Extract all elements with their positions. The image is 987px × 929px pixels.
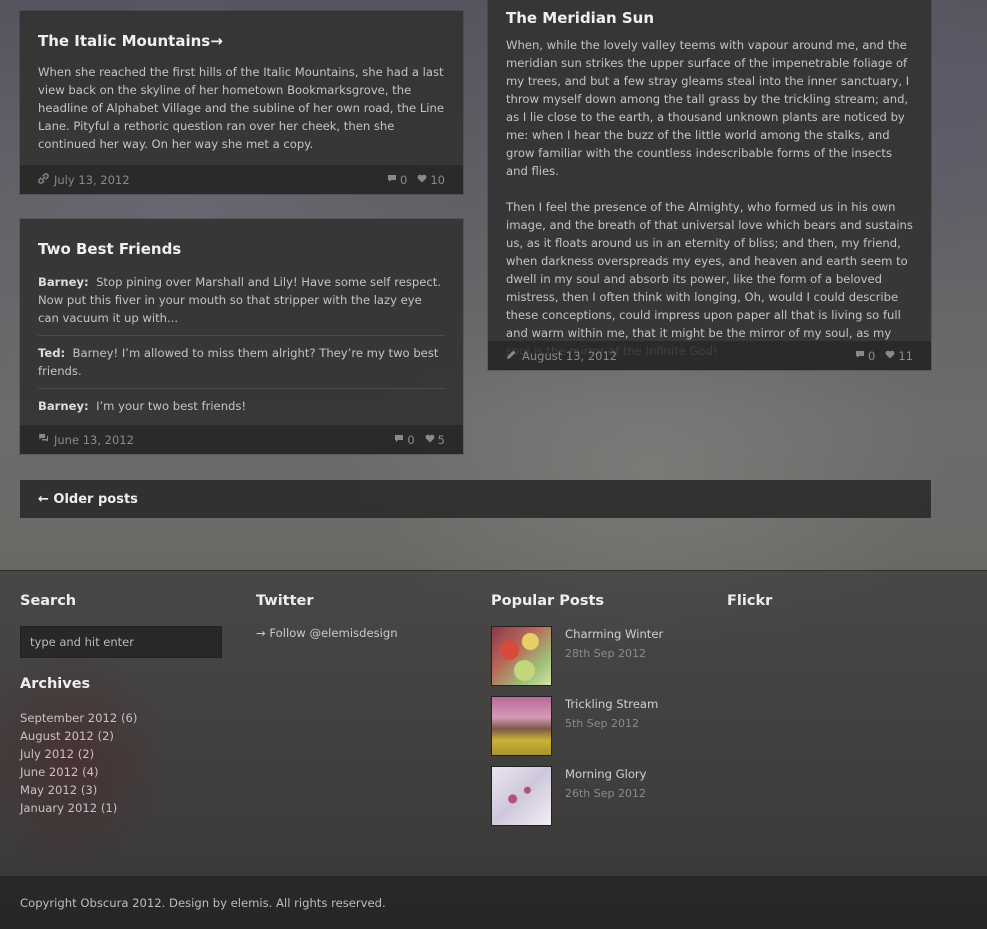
chat-icon xyxy=(38,433,49,446)
popular-post-item[interactable]: Trickling Stream 5th Sep 2012 xyxy=(491,696,691,756)
archive-link[interactable]: May 2012 (3) xyxy=(20,781,137,799)
archive-link[interactable]: September 2012 (6) xyxy=(20,709,137,727)
comments-count[interactable]: 0 xyxy=(387,173,407,187)
post-paragraph: When, while the lovely valley teems with… xyxy=(506,38,910,178)
post-meta: August 13, 2012 0 11 xyxy=(488,341,931,370)
divider xyxy=(38,388,445,389)
chat-speaker: Barney: xyxy=(38,275,89,289)
popular-post-item[interactable]: Charming Winter 28th Sep 2012 xyxy=(491,626,691,686)
popular-post-date: 5th Sep 2012 xyxy=(565,717,640,730)
post-meta: June 13, 2012 0 5 xyxy=(20,425,463,454)
heart-icon xyxy=(885,350,895,362)
chat-text: Barney! I’m allowed to miss them alright… xyxy=(38,346,439,378)
post-excerpt: When she reached the first hills of the … xyxy=(38,65,445,151)
post-meta: July 13, 2012 0 10 xyxy=(20,165,463,194)
popular-post-title[interactable]: Charming Winter xyxy=(565,627,663,641)
popular-post-date: 28th Sep 2012 xyxy=(565,647,647,660)
post-thumbnail[interactable] xyxy=(491,766,552,826)
likes-count[interactable]: 10 xyxy=(417,173,445,187)
archive-link[interactable]: January 2012 (1) xyxy=(20,799,137,817)
flickr-widget-title: Flickr xyxy=(727,593,773,609)
heart-icon xyxy=(425,434,435,446)
popular-post-title[interactable]: Morning Glory xyxy=(565,767,647,781)
archives-list: September 2012 (6) August 2012 (2) July … xyxy=(20,709,137,817)
post-italic-mountains: The Italic Mountains→ When she reached t… xyxy=(20,11,463,194)
post-thumbnail[interactable] xyxy=(491,626,552,686)
post-title[interactable]: The Meridian Sun xyxy=(506,8,913,28)
archive-link[interactable]: July 2012 (2) xyxy=(20,745,137,763)
post-title[interactable]: The Italic Mountains→ xyxy=(38,31,445,51)
chat-text: Stop pining over Marshall and Lily! Have… xyxy=(38,275,441,325)
comment-icon xyxy=(394,434,404,446)
chat-line: Barney: I’m your two best friends! xyxy=(38,391,445,421)
comments-count[interactable]: 0 xyxy=(394,433,415,447)
twitter-follow-link[interactable]: → Follow @elemisdesign xyxy=(256,626,398,640)
popular-posts-title: Popular Posts xyxy=(491,593,605,609)
heart-icon xyxy=(417,174,427,186)
post-two-best-friends: Two Best Friends Barney: Stop pining ove… xyxy=(20,219,463,454)
likes-count[interactable]: 5 xyxy=(425,433,445,447)
post-paragraph: Then I feel the presence of the Almighty… xyxy=(506,200,913,358)
chat-speaker: Ted: xyxy=(38,346,66,360)
chat-line: Ted: Barney! I’m allowed to miss them al… xyxy=(38,338,445,386)
link-icon xyxy=(38,172,49,187)
copyright-text: Copyright Obscura 2012. Design by elemis… xyxy=(20,895,386,910)
chat-line: Barney: Stop pining over Marshall and Li… xyxy=(38,267,445,333)
search-input[interactable]: type and hit enter xyxy=(20,626,222,658)
post-meridian-sun: The Meridian Sun When, while the lovely … xyxy=(488,0,931,370)
twitter-widget-title: Twitter xyxy=(256,593,314,609)
likes-count[interactable]: 11 xyxy=(885,349,913,363)
search-widget-title: Search xyxy=(20,593,77,609)
chat-text: I’m your two best friends! xyxy=(96,399,247,413)
pencil-icon xyxy=(506,349,517,363)
archive-link[interactable]: June 2012 (4) xyxy=(20,763,137,781)
post-date[interactable]: June 13, 2012 xyxy=(54,433,134,447)
popular-post-item[interactable]: Morning Glory 26th Sep 2012 xyxy=(491,766,691,826)
divider xyxy=(38,335,445,336)
comments-count[interactable]: 0 xyxy=(855,349,875,363)
older-posts-link[interactable]: ← Older posts xyxy=(20,480,931,518)
comment-icon xyxy=(855,350,865,362)
copyright-bar: Copyright Obscura 2012. Design by elemis… xyxy=(0,876,987,929)
post-date[interactable]: July 13, 2012 xyxy=(54,173,130,187)
post-content: When, while the lovely valley teems with… xyxy=(506,36,913,360)
popular-post-date: 26th Sep 2012 xyxy=(565,787,647,800)
post-title[interactable]: Two Best Friends xyxy=(38,239,445,259)
archives-widget-title: Archives xyxy=(20,676,91,692)
post-date[interactable]: August 13, 2012 xyxy=(522,349,617,363)
comment-icon xyxy=(387,174,397,186)
post-thumbnail[interactable] xyxy=(491,696,552,756)
chat-speaker: Barney: xyxy=(38,399,89,413)
popular-post-title[interactable]: Trickling Stream xyxy=(565,697,658,711)
archive-link[interactable]: August 2012 (2) xyxy=(20,727,137,745)
